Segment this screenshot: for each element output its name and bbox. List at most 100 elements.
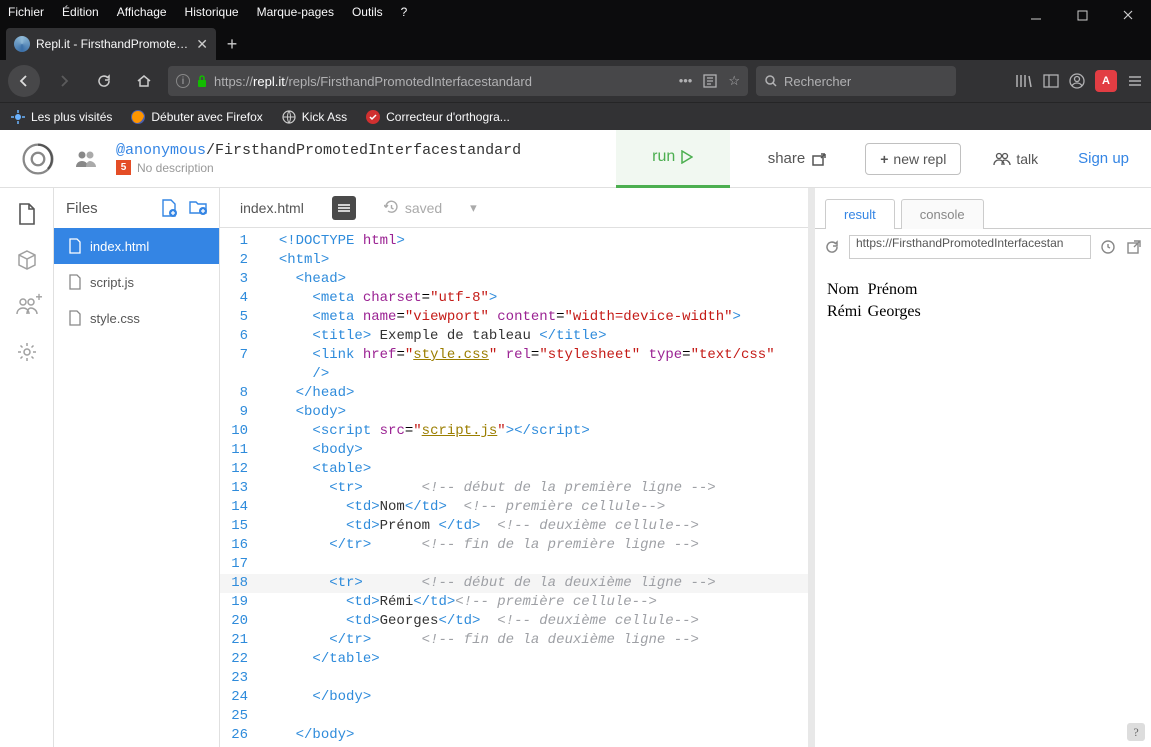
bookmark-kickass[interactable]: Kick Ass xyxy=(281,109,347,125)
menu-help[interactable]: ? xyxy=(401,5,408,19)
star-sparkle-icon xyxy=(10,109,26,125)
editor-panel: index.html saved ▾ 1 <!DOCTYPE html> 2 <… xyxy=(220,188,815,747)
table-row: NomPrénom xyxy=(827,280,925,300)
new-folder-icon[interactable] xyxy=(189,199,207,217)
window-minimize[interactable] xyxy=(1013,0,1059,30)
library-icon[interactable] xyxy=(1015,73,1033,89)
bookmark-most-visited[interactable]: Les plus visités xyxy=(10,109,112,125)
forward-button[interactable] xyxy=(48,65,80,97)
file-item-style[interactable]: style.css xyxy=(54,300,219,336)
cell-remi: Rémi xyxy=(827,302,866,322)
preview-open-icon[interactable] xyxy=(1125,239,1143,255)
collaborators-icon[interactable] xyxy=(74,149,98,169)
bookmark-firefox-start[interactable]: Débuter avec Firefox xyxy=(130,109,262,125)
firefox-menubar: Fichier Édition Affichage Historique Mar… xyxy=(0,0,1151,24)
tab-label: Repl.it - FirsthandPromotedInte xyxy=(36,37,190,51)
reader-icon[interactable] xyxy=(702,73,718,89)
editor-open-file[interactable]: index.html xyxy=(240,200,304,216)
editor-settings-icon[interactable] xyxy=(332,196,356,220)
repl-owner[interactable]: @anonymous xyxy=(116,142,206,159)
help-badge[interactable]: ? xyxy=(1127,723,1145,741)
info-icon[interactable]: i xyxy=(176,74,190,88)
new-repl-label: new repl xyxy=(893,151,946,167)
html5-icon: 5 xyxy=(116,160,131,175)
menu-edition[interactable]: Édition xyxy=(62,5,99,19)
replit-logo[interactable] xyxy=(20,141,56,177)
preview-table: NomPrénom RémiGeorges xyxy=(825,278,927,324)
preview-url[interactable]: https://FirsthandPromotedInterfacestan xyxy=(849,235,1091,259)
home-button[interactable] xyxy=(128,65,160,97)
file-label: style.css xyxy=(90,311,140,326)
multiplayer-icon[interactable]: + xyxy=(15,294,39,318)
file-icon xyxy=(68,310,82,326)
new-file-icon[interactable] xyxy=(161,199,177,217)
menu-affichage[interactable]: Affichage xyxy=(117,5,167,19)
bookmark-star-icon[interactable]: ☆ xyxy=(728,73,740,89)
share-button[interactable]: share xyxy=(748,150,848,167)
menu-historique[interactable]: Historique xyxy=(185,5,239,19)
file-icon xyxy=(68,274,82,290)
table-row: RémiGeorges xyxy=(827,302,925,322)
share-label: share xyxy=(768,150,806,167)
search-placeholder: Rechercher xyxy=(784,74,851,89)
talk-label: talk xyxy=(1016,151,1038,167)
settings-icon[interactable] xyxy=(15,340,39,364)
file-label: script.js xyxy=(90,275,134,290)
firefox-toolbar: i https://repl.it/repls/FirsthandPromote… xyxy=(0,60,1151,102)
file-item-script[interactable]: script.js xyxy=(54,264,219,300)
window-maximize[interactable] xyxy=(1059,0,1105,30)
file-item-index[interactable]: index.html xyxy=(54,228,219,264)
account-icon[interactable] xyxy=(1069,73,1085,89)
repl-name: FirsthandPromotedInterfacestandard xyxy=(215,142,521,159)
file-label: index.html xyxy=(90,239,149,254)
preview-frame: NomPrénom RémiGeorges ? xyxy=(815,264,1151,747)
preview-reload-icon[interactable] xyxy=(823,239,841,255)
replit-favicon xyxy=(14,36,30,52)
menu-fichier[interactable]: Fichier xyxy=(8,5,44,19)
bookmark-spellcheck[interactable]: Correcteur d'orthogra... xyxy=(365,109,510,125)
bookmarks-bar: Les plus visités Débuter avec Firefox Ki… xyxy=(0,102,1151,130)
url-path: /repls/FirsthandPromotedInterfacestandar… xyxy=(285,74,532,89)
repl-description: No description xyxy=(137,161,214,175)
talk-button[interactable]: talk xyxy=(979,151,1052,167)
extension-badge[interactable]: A xyxy=(1095,70,1117,92)
files-panel: Files index.html script.js style.css xyxy=(54,188,220,747)
plus-icon: + xyxy=(880,151,888,167)
cell-georges: Georges xyxy=(868,302,925,322)
cell-prenom: Prénom xyxy=(868,280,925,300)
url-bar[interactable]: i https://repl.it/repls/FirsthandPromote… xyxy=(168,66,748,96)
code-editor[interactable]: 1 <!DOCTYPE html> 2 <html> 3 <head> 4 <m… xyxy=(220,228,808,747)
url-domain: repl.it xyxy=(253,74,285,89)
spellcheck-icon xyxy=(365,109,381,125)
tab-close-icon[interactable]: ✕ xyxy=(196,36,208,53)
replit-page: @anonymous/FirsthandPromotedInterfacesta… xyxy=(0,130,1151,747)
repl-path: @anonymous/FirsthandPromotedInterfacesta… xyxy=(116,142,521,159)
new-repl-button[interactable]: + new repl xyxy=(865,143,961,175)
hamburger-menu-icon[interactable] xyxy=(1127,73,1143,89)
files-tab-icon[interactable] xyxy=(15,202,39,226)
new-tab-button[interactable]: + xyxy=(216,28,248,60)
result-tab[interactable]: result xyxy=(825,199,895,229)
signup-button[interactable]: Sign up xyxy=(1070,150,1137,167)
search-bar[interactable]: Rechercher xyxy=(756,66,956,96)
preview-history-icon[interactable] xyxy=(1099,239,1117,255)
console-tab[interactable]: console xyxy=(901,199,984,229)
run-button[interactable]: run xyxy=(616,130,730,188)
search-icon xyxy=(764,74,778,88)
url-scheme: https:// xyxy=(214,74,253,89)
chevron-down-icon[interactable]: ▾ xyxy=(470,200,477,216)
window-close[interactable] xyxy=(1105,0,1151,30)
sidebar-icon[interactable] xyxy=(1043,73,1059,89)
bookmark-label: Correcteur d'orthogra... xyxy=(386,110,510,124)
page-actions-icon[interactable]: ••• xyxy=(679,73,693,89)
browser-tab[interactable]: Repl.it - FirsthandPromotedInte ✕ xyxy=(6,28,216,60)
packages-icon[interactable] xyxy=(15,248,39,272)
reload-button[interactable] xyxy=(88,65,120,97)
menu-outils[interactable]: Outils xyxy=(352,5,383,19)
history-icon xyxy=(384,200,399,215)
back-button[interactable] xyxy=(8,65,40,97)
firefox-icon xyxy=(130,109,146,125)
bookmark-label: Débuter avec Firefox xyxy=(151,110,262,124)
run-label: run xyxy=(652,148,675,166)
menu-marquepages[interactable]: Marque-pages xyxy=(257,5,334,19)
